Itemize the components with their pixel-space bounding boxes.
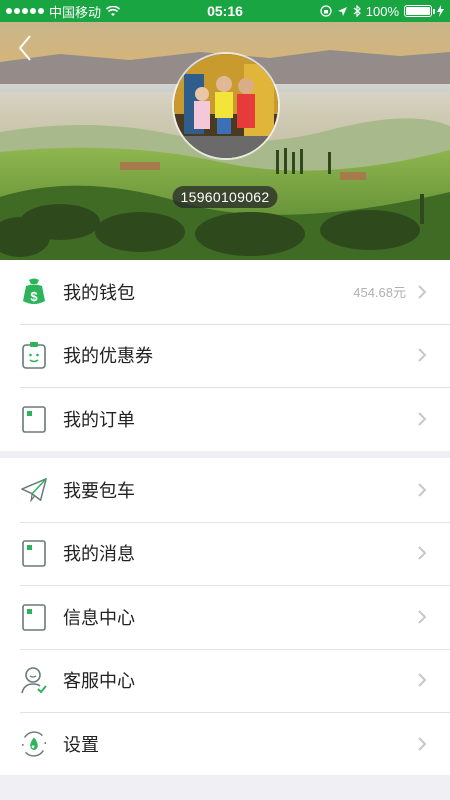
menu-item-label: 我的钱包: [63, 282, 135, 304]
settings-icon: [20, 728, 48, 760]
message-icon: [20, 537, 48, 569]
charging-icon: [437, 5, 444, 17]
order-icon: [20, 403, 48, 435]
user-avatar[interactable]: [172, 52, 280, 160]
user-phone-number: 15960109062: [172, 186, 278, 208]
bluetooth-icon: [353, 5, 361, 17]
profile-header: 15960109062: [0, 22, 450, 260]
menu-item-customer-service[interactable]: 客服中心: [0, 648, 450, 713]
menu-item-label: 我的优惠券: [63, 346, 153, 368]
chevron-right-icon: [418, 610, 427, 624]
chevron-right-icon: [418, 285, 427, 299]
back-chevron-icon[interactable]: [14, 32, 38, 64]
menu-item-label: 客服中心: [63, 671, 135, 693]
coupon-icon: [20, 339, 48, 371]
menu-item-info-center[interactable]: 信息中心: [0, 585, 450, 649]
chevron-right-icon: [418, 546, 427, 560]
location-icon: [337, 6, 347, 16]
chevron-right-icon: [418, 737, 427, 751]
menu-item-messages[interactable]: 我的消息: [0, 521, 450, 586]
menu-item-coupons[interactable]: 我的优惠券: [0, 323, 450, 388]
chevron-right-icon: [418, 483, 427, 497]
paper-plane-icon: [20, 474, 48, 506]
battery-icon: [404, 5, 435, 17]
info-center-icon: [20, 601, 48, 633]
menu-group-services: 我要包车 我的消息 信息中心 客服中心 设置: [0, 458, 450, 776]
menu-item-label: 我要包车: [63, 480, 135, 502]
wallet-icon: $: [20, 276, 48, 308]
svg-text:$: $: [30, 289, 38, 304]
bottom-spacer: [0, 775, 450, 800]
menu-item-label: 设置: [63, 734, 99, 756]
chevron-right-icon: [418, 348, 427, 362]
menu-item-label: 我的订单: [63, 409, 135, 431]
menu-item-charter-car[interactable]: 我要包车: [0, 458, 450, 522]
menu-item-label: 我的消息: [63, 544, 135, 566]
signal-strength-icon: [6, 8, 44, 14]
chevron-right-icon: [418, 412, 427, 426]
menu-item-label: 信息中心: [63, 607, 135, 629]
status-time: 05:16: [207, 3, 243, 19]
status-bar: 中国移动 05:16 100%: [0, 0, 450, 22]
chevron-right-icon: [418, 673, 427, 687]
carrier-name: 中国移动: [49, 4, 102, 20]
menu-group-account: $ 我的钱包 454.68元 我的优惠券 我的订单: [0, 260, 450, 451]
wallet-balance: 454.68元: [353, 285, 406, 301]
battery-percent: 100%: [365, 3, 399, 19]
menu-item-orders[interactable]: 我的订单: [0, 387, 450, 451]
menu-item-settings[interactable]: 设置: [0, 712, 450, 776]
customer-service-icon: [20, 664, 48, 696]
rotation-lock-icon: [320, 5, 332, 17]
wifi-icon: [106, 5, 121, 16]
menu-item-wallet[interactable]: $ 我的钱包 454.68元: [0, 260, 450, 324]
